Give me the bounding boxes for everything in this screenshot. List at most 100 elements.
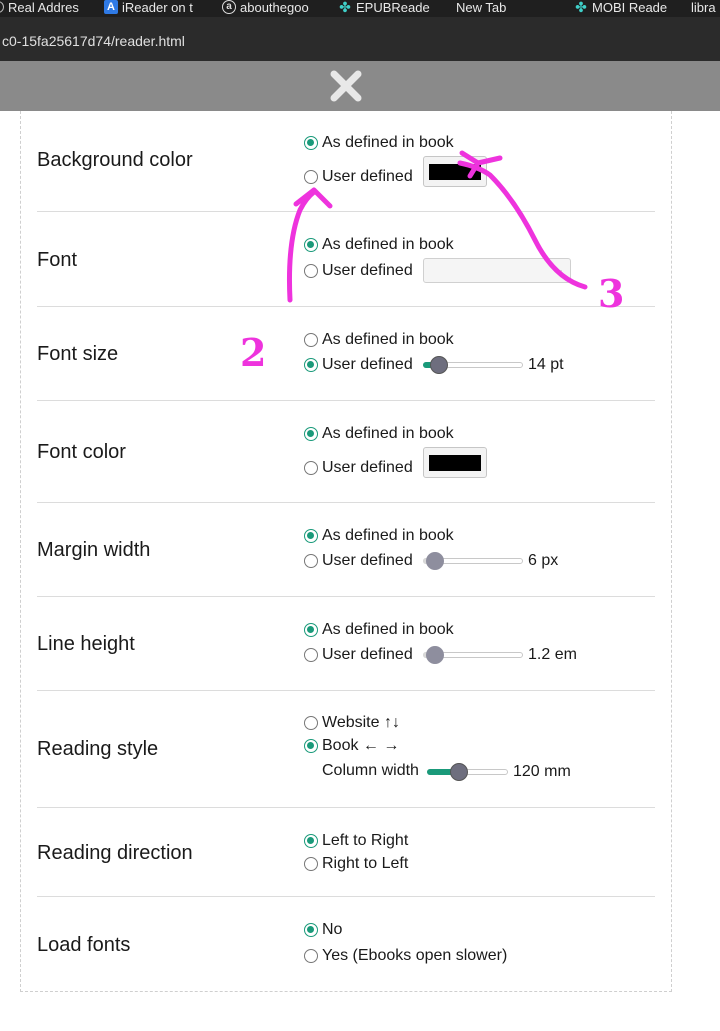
setting-label: Load fonts	[37, 934, 131, 956]
option-label: No	[322, 921, 343, 938]
option-label: Left to Right	[322, 832, 409, 849]
puzzle-icon: ✤	[575, 0, 587, 15]
radio-unchecked[interactable]	[304, 857, 318, 871]
font-size-slider[interactable]	[423, 355, 523, 375]
bookmark-label: New Tab	[456, 0, 507, 15]
setting-label: Font size	[37, 343, 119, 365]
option-label: Yes (Ebooks open slower)	[322, 947, 508, 964]
radio-unchecked[interactable]	[304, 333, 318, 347]
direction-option-rtl[interactable]: Right to Left	[304, 855, 408, 873]
option-label: As defined in book	[322, 236, 454, 253]
slider-thumb[interactable]	[450, 763, 468, 781]
bookmark-label: MOBI Reade	[592, 0, 668, 15]
setting-font-color: Font color As defined in book User defin…	[37, 401, 655, 503]
puzzle-icon: ✤	[339, 0, 351, 15]
bookmark-label: iReader on t	[122, 0, 193, 15]
url-text[interactable]: c0-15fa25617d74/reader.html	[2, 33, 185, 49]
option-label: Book ← →	[322, 737, 400, 754]
radio-checked[interactable]	[304, 834, 318, 848]
bg-color-option-book[interactable]: As defined in book	[304, 134, 454, 152]
radio-checked[interactable]	[304, 529, 318, 543]
load-fonts-option-no[interactable]: No	[304, 921, 342, 939]
setting-label: Line height	[37, 633, 135, 655]
option-label: User defined	[322, 262, 413, 279]
radio-checked[interactable]	[304, 136, 318, 150]
option-label: User defined	[322, 552, 413, 569]
margin-option-user[interactable]: User defined	[304, 552, 413, 570]
font-size-option-book[interactable]: As defined in book	[304, 331, 454, 349]
bookmark-epubreader[interactable]: ✤ EPUBReade	[338, 0, 430, 16]
bookmark-new-tab[interactable]: New Tab	[456, 0, 506, 16]
option-label: User defined	[322, 356, 413, 373]
radio-checked[interactable]	[304, 623, 318, 637]
bg-color-option-user[interactable]: User defined	[304, 168, 413, 186]
bookmark-ireader[interactable]: A iReader on t	[104, 0, 193, 16]
slider-thumb[interactable]	[430, 356, 448, 374]
radio-unchecked[interactable]	[304, 170, 318, 184]
radio-checked[interactable]	[304, 923, 318, 937]
radio-checked[interactable]	[304, 238, 318, 252]
column-width-slider[interactable]	[427, 762, 508, 782]
setting-label: Margin width	[37, 539, 151, 561]
radio-checked[interactable]	[304, 358, 318, 372]
font-color-option-user[interactable]: User defined	[304, 459, 413, 477]
at-sign-icon: a	[222, 0, 236, 14]
reading-style-option-website[interactable]: Website ↑↓	[304, 714, 400, 732]
setting-load-fonts: Load fonts No Yes (Ebooks open slower)	[37, 897, 655, 992]
option-label: User defined	[322, 459, 413, 476]
font-color-option-book[interactable]: As defined in book	[304, 425, 454, 443]
font-size-option-user[interactable]: User defined	[304, 356, 413, 374]
slider-thumb[interactable]	[426, 552, 444, 570]
line-height-option-user[interactable]: User defined	[304, 646, 413, 664]
radio-checked[interactable]	[304, 739, 318, 753]
option-label: As defined in book	[322, 621, 454, 638]
option-label: As defined in book	[322, 527, 454, 544]
slider-thumb[interactable]	[426, 646, 444, 664]
radio-unchecked[interactable]	[304, 554, 318, 568]
load-fonts-option-yes[interactable]: Yes (Ebooks open slower)	[304, 947, 507, 965]
font-size-value: 14 pt	[528, 356, 564, 373]
option-label: User defined	[322, 646, 413, 663]
option-label: Website ↑↓	[322, 714, 400, 731]
address-bar[interactable]: c0-15fa25617d74/reader.html	[0, 17, 720, 61]
font-color-picker[interactable]	[423, 447, 487, 478]
setting-margin-width: Margin width As defined in book User def…	[37, 503, 655, 597]
setting-background-color: Background color As defined in book User…	[37, 111, 655, 212]
line-height-value: 1.2 em	[528, 646, 577, 663]
font-option-user[interactable]: User defined	[304, 262, 413, 280]
font-option-book[interactable]: As defined in book	[304, 236, 454, 254]
setting-line-height: Line height As defined in book User defi…	[37, 597, 655, 691]
margin-width-slider[interactable]	[423, 551, 523, 571]
radio-unchecked[interactable]	[304, 264, 318, 278]
radio-unchecked[interactable]	[304, 648, 318, 662]
bookmark-label: abouthegoo	[240, 0, 309, 15]
radio-unchecked[interactable]	[304, 461, 318, 475]
bookmark-library[interactable]: libra	[691, 0, 716, 16]
margin-option-book[interactable]: As defined in book	[304, 527, 454, 545]
line-height-slider[interactable]	[423, 645, 523, 665]
bookmark-label: Real Addres	[8, 0, 79, 15]
bookmark-mobi-reader[interactable]: ✤ MOBI Reade	[574, 0, 667, 16]
setting-font: Font As defined in book User defined ⌄	[37, 212, 655, 307]
setting-label: Reading style	[37, 738, 159, 760]
setting-label: Reading direction	[37, 842, 193, 864]
direction-option-ltr[interactable]: Left to Right	[304, 832, 408, 850]
radio-checked[interactable]	[304, 427, 318, 441]
setting-reading-style: Reading style Website ↑↓ Book ← → Column…	[37, 691, 655, 808]
line-height-option-book[interactable]: As defined in book	[304, 621, 454, 639]
font-select[interactable]: ⌄	[423, 258, 571, 283]
setting-reading-direction: Reading direction Left to Right Right to…	[37, 808, 655, 897]
radio-unchecked[interactable]	[304, 716, 318, 730]
bookmark-real-address[interactable]: Real Addres	[0, 0, 79, 16]
option-label: As defined in book	[322, 425, 454, 442]
reading-style-option-book[interactable]: Book ← →	[304, 737, 399, 755]
settings-header-bar	[0, 61, 720, 111]
setting-label: Background color	[37, 149, 193, 171]
bookmarks-bar: Real Addres A iReader on t a abouthegoo …	[0, 0, 720, 17]
close-icon[interactable]	[329, 69, 363, 103]
margin-width-value: 6 px	[528, 552, 559, 569]
radio-unchecked[interactable]	[304, 949, 318, 963]
bookmark-abouthegoo[interactable]: a abouthegoo	[222, 0, 309, 16]
bg-color-picker[interactable]	[423, 156, 487, 187]
option-label: Right to Left	[322, 855, 409, 872]
